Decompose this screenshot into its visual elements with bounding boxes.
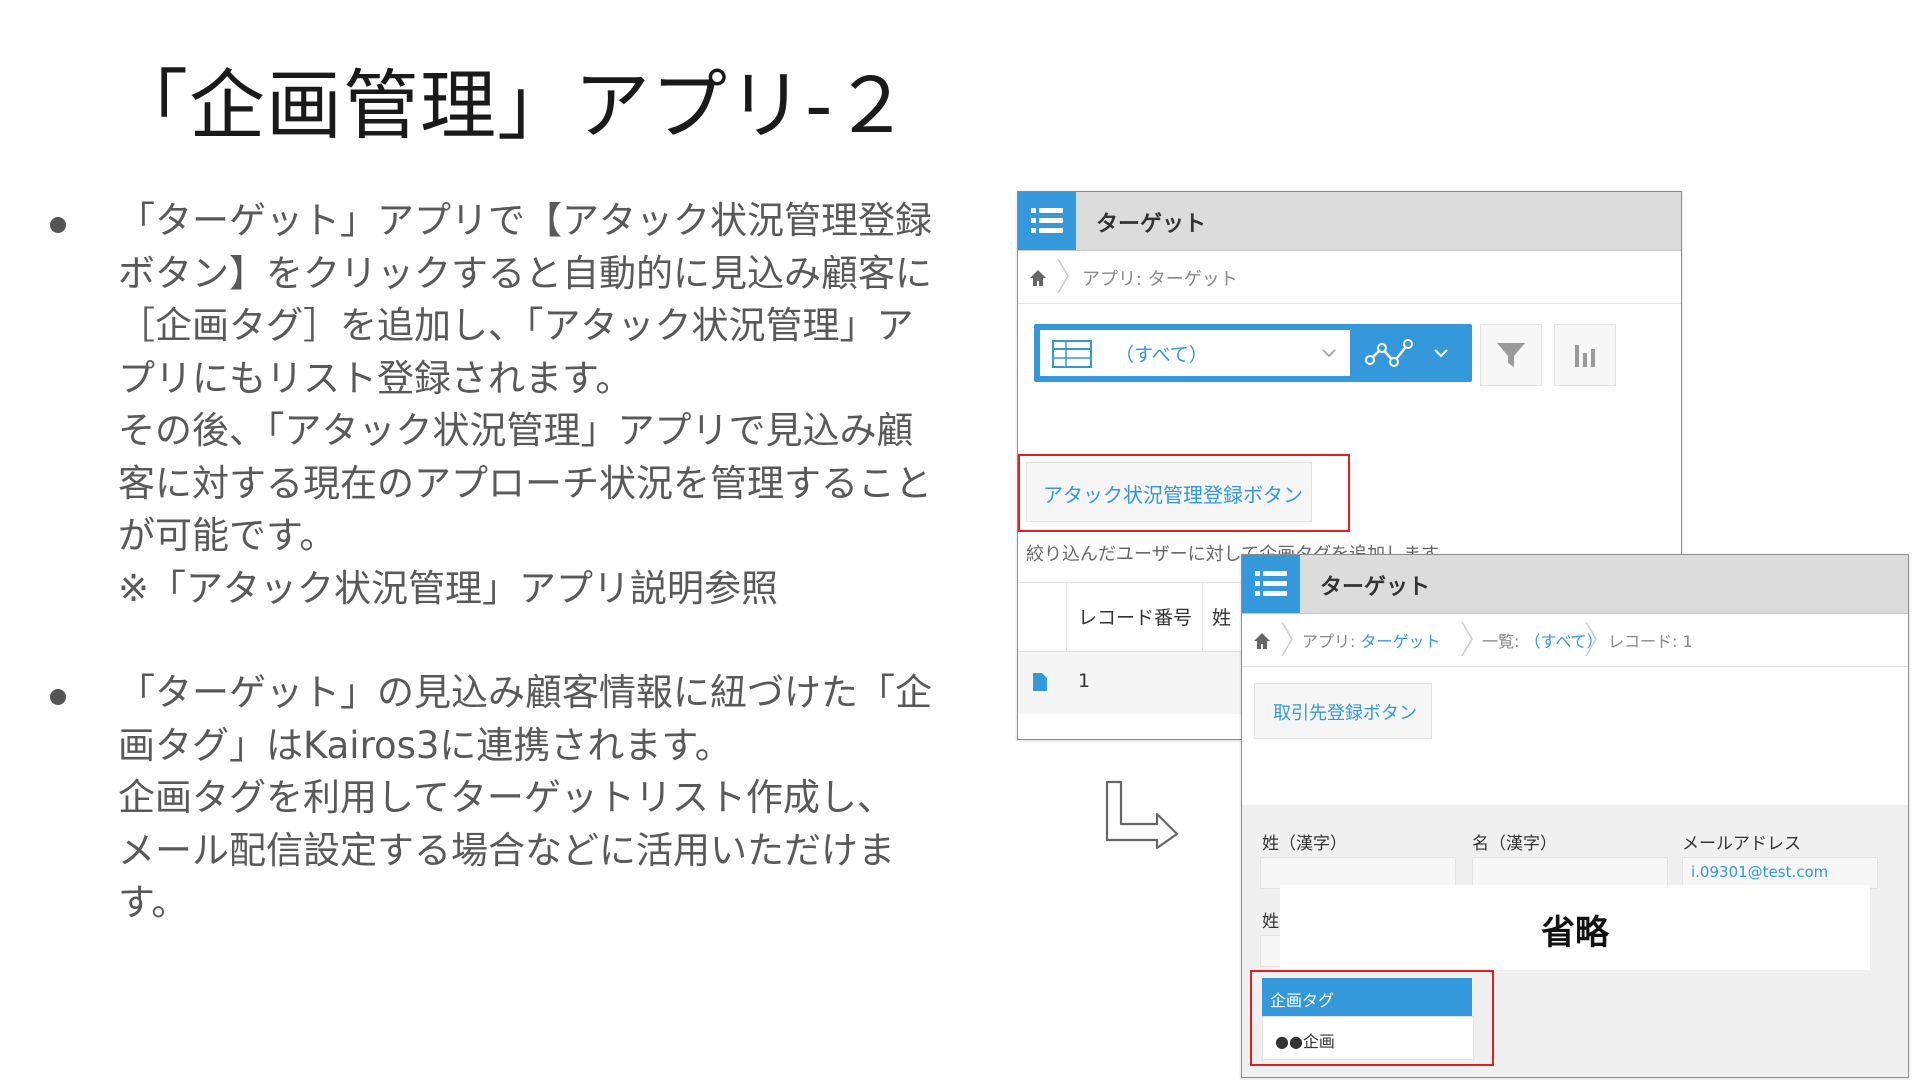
app-list-icon[interactable] bbox=[1018, 192, 1076, 250]
breadcrumb: アプリ: ターゲット bbox=[1018, 251, 1681, 304]
chevron-down-icon[interactable] bbox=[1432, 344, 1450, 362]
app-title: ターゲット bbox=[1320, 575, 1431, 600]
bullet-text-line: ボタン】をクリックすると自動的に見込み顧客に bbox=[118, 251, 932, 295]
client-button-label: 取引先登録ボタン bbox=[1273, 703, 1417, 724]
bar-chart-icon bbox=[1575, 345, 1595, 367]
omitted-label: 省略 bbox=[1541, 913, 1609, 953]
breadcrumb: アプリ: ターゲット 一覧: （すべて） レコード: 1 bbox=[1242, 614, 1908, 667]
table-header-cell: 姓 bbox=[1202, 583, 1243, 651]
home-icon[interactable] bbox=[1252, 631, 1272, 651]
bullet-item: 「ターゲット」の見込み顧客情報に紐づけた「企 画タグ」はKairos3に連携され… bbox=[38, 667, 958, 930]
breadcrumb-separator bbox=[1585, 621, 1597, 657]
view-select-label: （すべて） bbox=[1115, 344, 1208, 366]
funnel-icon bbox=[1497, 343, 1525, 367]
breadcrumb-app-link[interactable]: ターゲット bbox=[1360, 632, 1440, 651]
bullet-text-line: ※「アタック状況管理」アプリ説明参照 bbox=[118, 566, 779, 610]
breadcrumb-record: レコード: 1 bbox=[1608, 632, 1693, 651]
flow-arrow-icon bbox=[1105, 780, 1179, 850]
record-number-cell: 1 bbox=[1078, 670, 1091, 692]
slide-title: 「企画管理」アプリ-２ bbox=[112, 61, 911, 150]
view-toolbar: （すべて） bbox=[1034, 324, 1472, 382]
app-titlebar: ターゲット bbox=[1242, 555, 1908, 614]
email-label: メールアドレス bbox=[1682, 834, 1801, 854]
bullet-dot bbox=[50, 217, 66, 233]
view-select[interactable]: （すべて） bbox=[1040, 330, 1350, 376]
last-name-kanji-label: 姓（漢字） bbox=[1262, 834, 1347, 854]
omitted-placeholder: 省略 bbox=[1280, 885, 1870, 970]
bullet-text-line: プリにもリスト登録されます。 bbox=[118, 356, 633, 400]
breadcrumb-separator bbox=[1461, 621, 1473, 657]
app-list-icon[interactable] bbox=[1242, 555, 1300, 613]
highlight-frame bbox=[1250, 970, 1494, 1066]
column-header-record-number: レコード番号 bbox=[1078, 607, 1193, 629]
first-name-kanji-label: 名（漢字） bbox=[1472, 834, 1557, 854]
bullet-text-line: ［企画タグ］を追加し、「アタック状況管理」ア bbox=[118, 304, 914, 347]
breadcrumb-separator bbox=[1057, 258, 1069, 294]
highlight-frame bbox=[1018, 454, 1350, 532]
bullet-item: 「ターゲット」アプリで【アタック状況管理登録 ボタン】をクリックすると自動的に見… bbox=[38, 195, 958, 615]
record-detail-icon[interactable] bbox=[1032, 672, 1048, 692]
breadcrumb-list-prefix: 一覧: bbox=[1482, 632, 1525, 651]
table-header-cell: レコード番号 bbox=[1066, 583, 1203, 651]
graph-button[interactable] bbox=[1554, 324, 1616, 386]
client-register-button[interactable]: 取引先登録ボタン bbox=[1254, 683, 1432, 739]
home-icon[interactable] bbox=[1028, 268, 1048, 288]
chevron-down-icon bbox=[1322, 349, 1336, 358]
breadcrumb-separator bbox=[1281, 621, 1293, 657]
column-header-last-name: 姓 bbox=[1212, 607, 1232, 629]
breadcrumb-app-prefix: アプリ: bbox=[1302, 632, 1361, 651]
breadcrumb-app[interactable]: アプリ: ターゲット bbox=[1082, 265, 1238, 291]
bullet-text-line: が可能です。 bbox=[118, 514, 337, 557]
bullet-text-line: 企画タグを利用してターゲットリスト作成し、 bbox=[118, 776, 894, 819]
filter-button[interactable] bbox=[1480, 324, 1542, 386]
bullet-text-line: 「ターゲット」の見込み顧客情報に紐づけた「企 bbox=[118, 671, 932, 714]
bullet-text-line: 客に対する現在のアプローチ状況を管理すること bbox=[118, 461, 932, 505]
bullet-text-line: その後、「アタック状況管理」アプリで見込み顧 bbox=[118, 409, 914, 452]
bullet-text-line: 画タグ」はKairos3に連携されます。 bbox=[118, 723, 732, 767]
table-view-icon bbox=[1052, 340, 1092, 368]
app-titlebar: ターゲット bbox=[1018, 192, 1681, 251]
bullet-list: 「ターゲット」アプリで【アタック状況管理登録 ボタン】をクリックすると自動的に見… bbox=[38, 195, 958, 982]
target-record-screenshot: ターゲット アプリ: ターゲット 一覧: （すべて） レコード: 1 取引先登録… bbox=[1241, 554, 1909, 1078]
email-value[interactable]: i.09301@test.com bbox=[1691, 863, 1828, 881]
table-header-cell bbox=[1018, 583, 1067, 651]
bullet-text-line: す。 bbox=[118, 881, 189, 924]
app-title: ターゲット bbox=[1096, 212, 1207, 237]
bullet-text-line: メール配信設定する場合などに活用いただけま bbox=[118, 828, 895, 872]
bullet-dot bbox=[50, 689, 66, 705]
bullet-text-line: 「ターゲット」アプリで【アタック状況管理登録 bbox=[118, 199, 932, 242]
graph-icon[interactable] bbox=[1364, 336, 1420, 370]
partial-field-label: 姓 bbox=[1262, 912, 1279, 932]
breadcrumb-app[interactable]: アプリ: ターゲット bbox=[1302, 628, 1441, 652]
